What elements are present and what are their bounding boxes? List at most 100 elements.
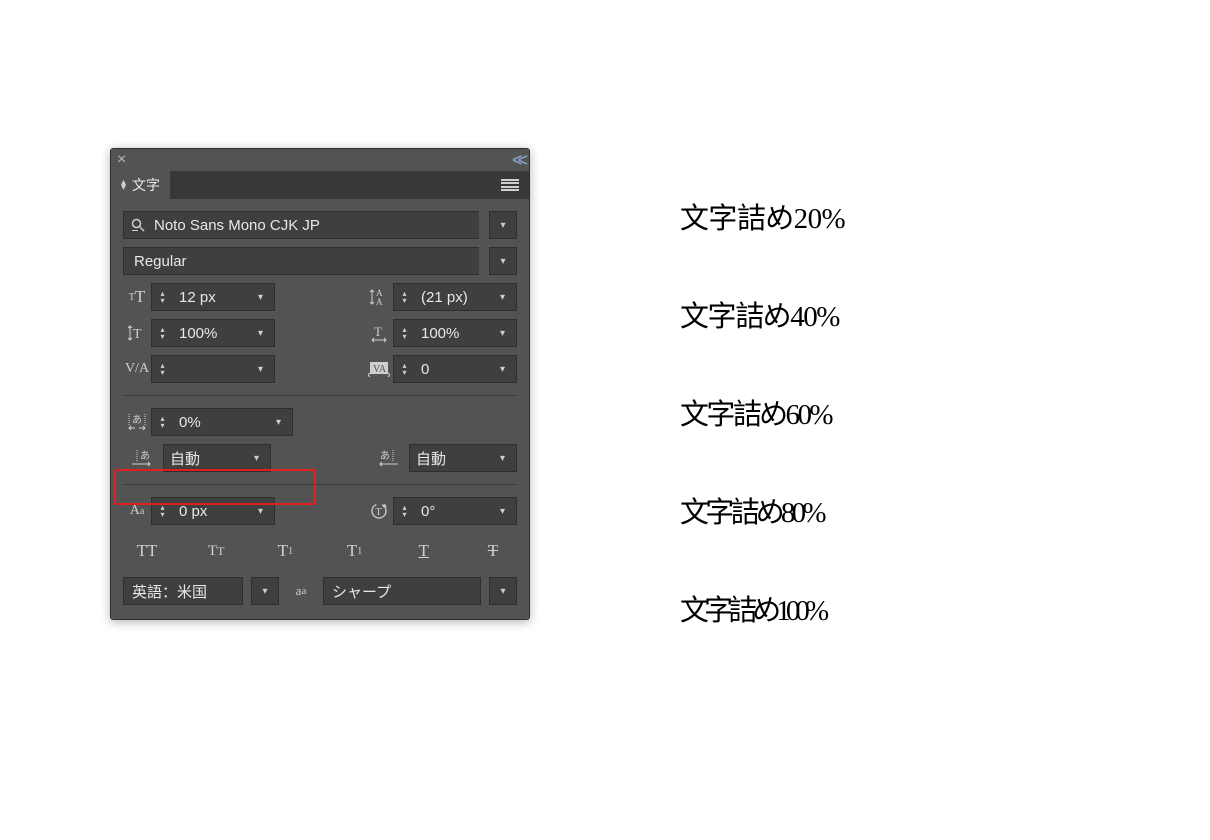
font-family-field[interactable]: Noto Sans Mono CJK JP (123, 211, 479, 239)
font-style-row: Regular ▾ (123, 247, 517, 275)
tracking-stepper[interactable]: ▴▾ (393, 355, 415, 383)
hscale-group: T ▴▾ 100% ▾ (365, 319, 517, 347)
font-size-icon: TT (123, 283, 151, 311)
sample-40: 文字詰め40% (680, 293, 845, 335)
vscale-dropdown[interactable]: ▾ (247, 319, 275, 347)
hamburger-icon (501, 179, 519, 191)
font-size-value[interactable]: 12 px (173, 283, 247, 311)
svg-text:A: A (376, 297, 383, 307)
aki-before-dropdown[interactable]: ▾ (243, 444, 271, 472)
horizontal-scale-icon: T (365, 319, 393, 347)
svg-text:あ: あ (140, 450, 150, 462)
hscale-dropdown[interactable]: ▾ (489, 319, 517, 347)
all-caps-button[interactable]: TT (127, 537, 167, 565)
tsume-stepper[interactable]: ▴▾ (151, 408, 173, 436)
antialias-icon: aa (287, 577, 315, 605)
rotation-value[interactable]: 0° (415, 497, 489, 525)
tracking-value[interactable]: 0 (415, 355, 489, 383)
scale-row: T ▴▾ 100% ▾ T ▴▾ 100% ▾ (123, 319, 517, 347)
baseline-shift-stepper[interactable]: ▴▾ (151, 497, 173, 525)
svg-text:T: T (133, 327, 142, 342)
size-leading-row: TT ▴▾ 12 px ▾ AA ▴▾ (21 px) ▾ (123, 283, 517, 311)
kerning-dropdown[interactable]: ▾ (247, 355, 275, 383)
vscale-stepper[interactable]: ▴▾ (151, 319, 173, 347)
font-size-dropdown[interactable]: ▾ (247, 283, 275, 311)
aki-after-value[interactable]: 自動 (409, 444, 489, 472)
superscript-button[interactable]: T1 (265, 537, 305, 565)
tsume-row: あ ▴▾ 0% ▾ (123, 408, 517, 436)
panel-tabrow: ▴▾ 文字 (111, 171, 529, 199)
leading-stepper[interactable]: ▴▾ (393, 283, 415, 311)
baseline-shift-icon: Aa (123, 497, 151, 525)
tsume-value[interactable]: 0% (173, 408, 265, 436)
rotation-stepper[interactable]: ▴▾ (393, 497, 415, 525)
aki-after-dropdown[interactable]: ▾ (489, 444, 517, 472)
font-size-stepper[interactable]: ▴▾ (151, 283, 173, 311)
kerning-tracking-row: V/A ▴▾ ▾ VA ▴▾ 0 ▾ (123, 355, 517, 383)
underline-button[interactable]: T (404, 537, 444, 565)
kerning-icon: V/A (123, 355, 151, 383)
small-caps-button[interactable]: TT (196, 537, 236, 565)
divider (123, 395, 517, 396)
aki-row: あ 自動 ▾ あ 自動 ▾ (123, 444, 517, 472)
tab-label: 文字 (132, 175, 160, 195)
sample-100: 文字詰め100% (680, 587, 845, 629)
leading-group: AA ▴▾ (21 px) ▾ (365, 283, 517, 311)
kerning-group: V/A ▴▾ ▾ (123, 355, 275, 383)
panel-body: Noto Sans Mono CJK JP ▾ Regular ▾ TT ▴▾ … (111, 199, 529, 619)
font-family-dropdown[interactable]: ▾ (489, 211, 517, 239)
antialias-value[interactable]: シャープ (323, 577, 481, 605)
leading-value[interactable]: (21 px) (415, 283, 489, 311)
hscale-value[interactable]: 100% (415, 319, 489, 347)
svg-text:あ: あ (132, 414, 142, 426)
svg-text:あ: あ (380, 450, 390, 462)
rotation-group: T ▴▾ 0° ▾ (365, 497, 517, 525)
vscale-value[interactable]: 100% (173, 319, 247, 347)
aki-before-group: あ 自動 ▾ (123, 444, 271, 472)
tsume-dropdown[interactable]: ▾ (265, 408, 293, 436)
svg-text:T: T (374, 324, 382, 339)
sample-list: 文字詰め20% 文字詰め40% 文字詰め60% 文字詰め80% 文字詰め100% (680, 195, 845, 629)
divider (123, 484, 517, 485)
baseline-shift-value[interactable]: 0 px (173, 497, 247, 525)
panel-menu-button[interactable] (491, 171, 529, 199)
rotation-icon: T (365, 497, 393, 525)
font-style-dropdown[interactable]: ▾ (489, 247, 517, 275)
rotation-dropdown[interactable]: ▾ (489, 497, 517, 525)
sample-20: 文字詰め20% (680, 195, 845, 237)
aki-before-value[interactable]: 自動 (163, 444, 243, 472)
vscale-group: T ▴▾ 100% ▾ (123, 319, 275, 347)
font-size-group: TT ▴▾ 12 px ▾ (123, 283, 275, 311)
language-dropdown[interactable]: ▾ (251, 577, 279, 605)
tracking-dropdown[interactable]: ▾ (489, 355, 517, 383)
collapse-icon[interactable]: << (512, 151, 523, 169)
vertical-scale-icon: T (123, 319, 151, 347)
expand-collapse-icon: ▴▾ (121, 180, 126, 190)
close-icon[interactable]: × (117, 152, 126, 168)
language-antialias-row: 英語：米国 ▾ aa シャープ ▾ (123, 577, 517, 605)
character-panel: × << ▴▾ 文字 Noto Sans Mono CJK JP ▾ Regul… (110, 148, 530, 620)
baseline-shift-dropdown[interactable]: ▾ (247, 497, 275, 525)
aki-after-group: あ 自動 ▾ (369, 444, 517, 472)
font-family-row: Noto Sans Mono CJK JP ▾ (123, 211, 517, 239)
kerning-stepper[interactable]: ▴▾ (151, 355, 173, 383)
baseline-shift-group: Aa ▴▾ 0 px ▾ (123, 497, 275, 525)
font-style-value: Regular (134, 253, 187, 270)
tracking-group: VA ▴▾ 0 ▾ (365, 355, 517, 383)
language-value[interactable]: 英語：米国 (123, 577, 243, 605)
strikethrough-button[interactable]: T (473, 537, 513, 565)
text-style-row: TT TT T1 T1 T T (123, 533, 517, 569)
search-icon (124, 217, 152, 233)
sample-80: 文字詰め80% (680, 489, 845, 531)
hscale-stepper[interactable]: ▴▾ (393, 319, 415, 347)
panel-titlebar: × << (111, 149, 529, 171)
antialias-dropdown[interactable]: ▾ (489, 577, 517, 605)
leading-dropdown[interactable]: ▾ (489, 283, 517, 311)
kerning-value[interactable] (173, 355, 247, 383)
font-style-field[interactable]: Regular (123, 247, 479, 275)
tab-character[interactable]: ▴▾ 文字 (111, 171, 170, 199)
svg-text:T: T (376, 507, 382, 518)
subscript-button[interactable]: T1 (335, 537, 375, 565)
leading-icon: AA (365, 283, 393, 311)
svg-text:VA: VA (373, 364, 387, 375)
